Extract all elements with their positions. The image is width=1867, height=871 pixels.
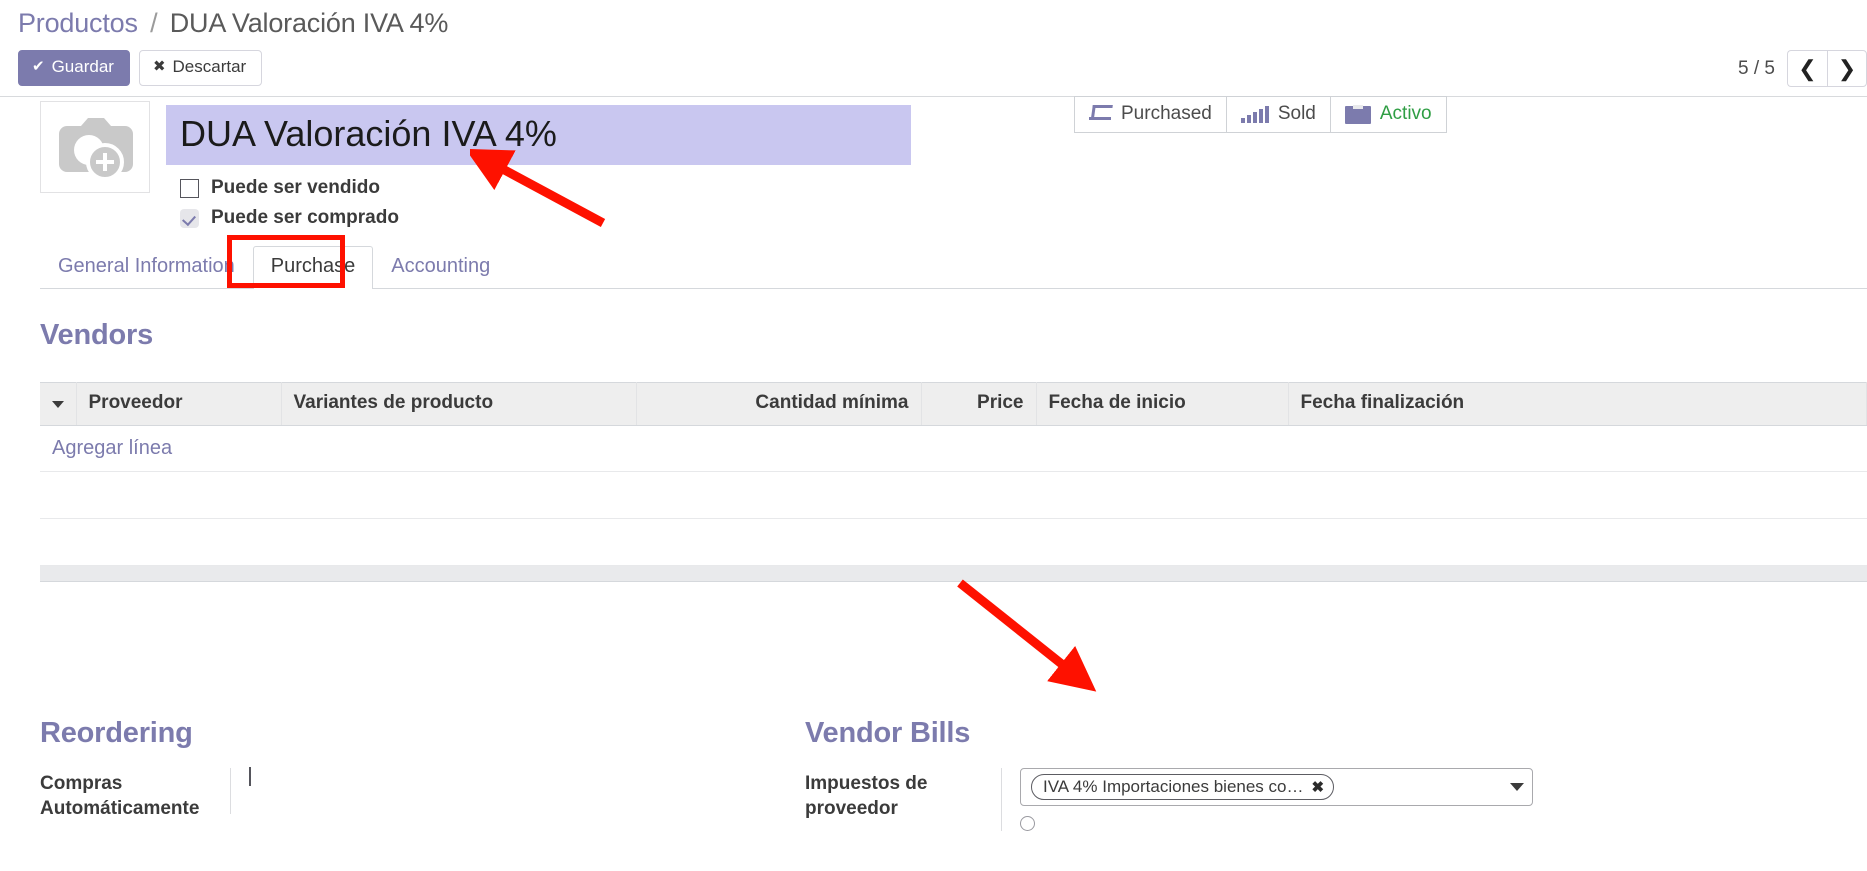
breadcrumb-separator: /: [150, 8, 158, 38]
can-be-purchased-checkbox[interactable]: [180, 208, 199, 228]
can-be-purchased-row: Puede ser comprado: [166, 207, 911, 229]
breadcrumb-root-link[interactable]: Productos: [18, 8, 138, 38]
smart-button-active-label: Activo: [1379, 102, 1432, 124]
table-footer-cell: [40, 565, 1867, 582]
vendor-taxes-input[interactable]: IVA 4% Importaciones bienes co… ✖: [1020, 768, 1533, 806]
can-be-sold-label: Puede ser vendido: [211, 177, 380, 198]
notebook-tabs: General Information Purchase Accounting: [40, 245, 1867, 289]
control-panel: Productos / DUA Valoración IVA 4% ✔ Guar…: [0, 0, 1867, 97]
can-be-purchased-label: Puede ser comprado: [211, 207, 399, 228]
vendors-table: Proveedor Variantes de producto Cantidad…: [40, 382, 1867, 582]
add-photo-icon: [59, 118, 133, 181]
reordering-title: Reordering: [40, 717, 193, 749]
can-be-sold-checkbox[interactable]: [180, 178, 199, 198]
reordering-group: Reordering Compras Automáticamente: [40, 717, 740, 821]
vendor-taxes-field-row: Impuestos de proveedor IVA 4% Importacio…: [805, 768, 1825, 831]
chevron-right-icon: ❯: [1837, 55, 1857, 81]
smart-button-purchased-label: Purchased: [1121, 102, 1212, 124]
smart-button-bar: Purchased Sold Activo: [1074, 96, 1447, 133]
empty-cell: [40, 518, 1867, 566]
radio-icon[interactable]: [1020, 816, 1035, 831]
vendors-section-title: Vendors: [40, 319, 154, 351]
purchase-cart-icon: [1089, 107, 1112, 123]
product-header: DUA Valoración IVA 4% Puede ser vendido …: [40, 101, 911, 229]
column-header-price[interactable]: Price: [921, 382, 1037, 426]
smart-button-active[interactable]: Activo: [1330, 96, 1447, 132]
auto-purchase-checkbox[interactable]: [249, 767, 251, 786]
auto-purchase-label: Compras Automáticamente: [40, 773, 200, 820]
save-button[interactable]: ✔ Guardar: [18, 50, 130, 86]
can-be-sold-row: Puede ser vendido: [166, 177, 911, 199]
vendor-tax-tag-label: IVA 4% Importaciones bienes co…: [1043, 777, 1304, 796]
table-header-row: Proveedor Variantes de producto Cantidad…: [40, 382, 1867, 426]
save-button-label: Guardar: [51, 57, 114, 76]
empty-cell: [40, 471, 1867, 519]
vendor-taxes-label: Impuestos de proveedor: [805, 773, 928, 820]
add-line-row: Agregar línea: [40, 425, 1867, 472]
column-header-proveedor[interactable]: Proveedor: [76, 382, 282, 426]
auto-purchase-field-row: Compras Automáticamente: [40, 767, 740, 821]
chevron-down-icon: [52, 401, 64, 408]
column-options-toggle[interactable]: [40, 382, 77, 426]
tab-general-information[interactable]: General Information: [40, 246, 253, 289]
column-header-fecha-finalizacion[interactable]: Fecha finalización: [1288, 382, 1867, 426]
auto-purchase-value: [230, 767, 740, 814]
tab-accounting[interactable]: Accounting: [373, 246, 508, 289]
table-row: [40, 471, 1867, 519]
times-icon: ✖: [152, 58, 166, 76]
table-footer-row: [40, 565, 1867, 582]
chevron-left-icon: ❮: [1798, 55, 1817, 81]
chevron-down-icon[interactable]: [1510, 783, 1524, 791]
smart-button-sold[interactable]: Sold: [1226, 96, 1331, 132]
vendor-tax-tag[interactable]: IVA 4% Importaciones bienes co… ✖: [1031, 774, 1335, 800]
pager-count: 5 / 5: [1738, 57, 1775, 79]
product-name-input[interactable]: DUA Valoración IVA 4%: [166, 105, 911, 165]
breadcrumb-current: DUA Valoración IVA 4%: [169, 8, 449, 38]
product-image-upload[interactable]: [40, 101, 150, 193]
vendor-bills-title: Vendor Bills: [805, 717, 971, 749]
form-sheet: Purchased Sold Activo DUA Valoración IVA…: [0, 96, 1867, 871]
column-header-variantes[interactable]: Variantes de producto: [281, 382, 637, 426]
add-line-button[interactable]: Agregar línea: [40, 425, 1867, 472]
remove-tag-icon[interactable]: ✖: [1312, 780, 1325, 795]
column-header-fecha-inicio[interactable]: Fecha de inicio: [1036, 382, 1289, 426]
smart-button-purchased[interactable]: Purchased: [1074, 96, 1227, 132]
discard-button-label: Descartar: [172, 57, 247, 76]
vendor-taxes-value: IVA 4% Importaciones bienes co… ✖: [1001, 768, 1825, 831]
table-row: [40, 518, 1867, 566]
tax-policy-hint: [1020, 816, 1825, 831]
pager-next-button[interactable]: ❯: [1827, 50, 1867, 87]
check-icon: ✔: [32, 58, 45, 76]
vendor-bills-group: Vendor Bills Impuestos de proveedor IVA …: [805, 717, 1825, 831]
breadcrumb: Productos / DUA Valoración IVA 4%: [18, 8, 448, 39]
column-header-cantidad-minima[interactable]: Cantidad mínima: [636, 382, 922, 426]
discard-button[interactable]: ✖ Descartar: [138, 50, 263, 86]
sold-bars-icon: [1240, 106, 1269, 123]
pager-previous-button[interactable]: ❮: [1787, 50, 1827, 87]
tab-purchase[interactable]: Purchase: [252, 246, 374, 289]
product-title-column: DUA Valoración IVA 4% Puede ser vendido …: [166, 101, 911, 229]
form-action-buttons: ✔ Guardar ✖ Descartar: [18, 50, 263, 86]
archive-box-icon: [1344, 104, 1371, 124]
record-pager: 5 / 5 ❮ ❯: [1738, 50, 1867, 87]
smart-button-sold-label: Sold: [1277, 102, 1316, 124]
